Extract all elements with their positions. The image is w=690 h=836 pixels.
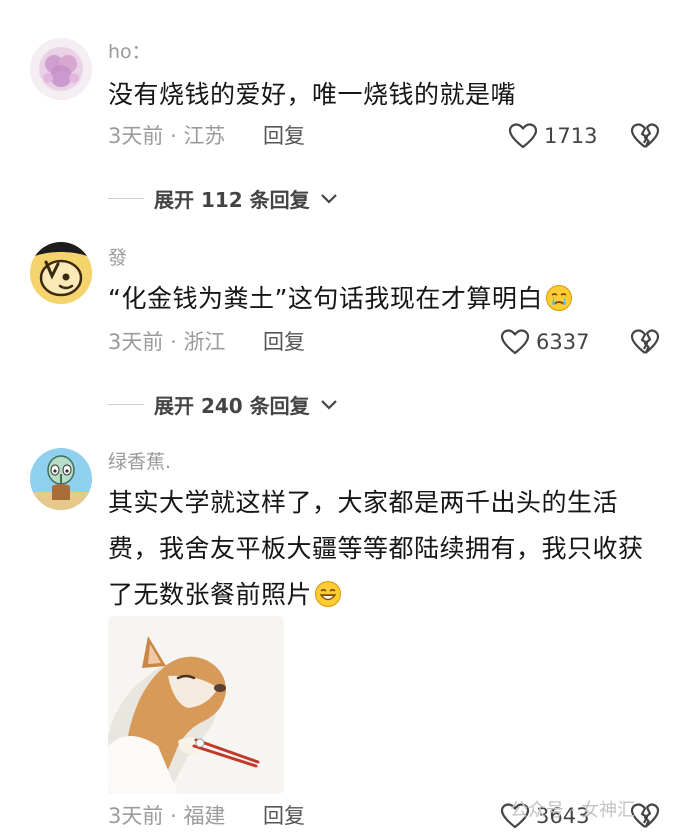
avatar[interactable] xyxy=(30,38,92,100)
crying-emoji-icon xyxy=(545,285,572,311)
heart-icon xyxy=(500,329,530,355)
comment-text-line: 了无数张餐前照片 xyxy=(108,580,313,609)
broken-heart-icon[interactable] xyxy=(630,122,660,150)
comment-text: 没有烧钱的爱好，唯一烧钱的就是嘴 xyxy=(108,80,517,109)
comment-text-line: 费，我舍友平板大疆等等都陆续拥有，我只收获 xyxy=(108,534,644,563)
like-button[interactable]: 1713 xyxy=(508,122,597,150)
comment-meta: 3天前 · 江苏 xyxy=(108,122,225,150)
like-count: 1713 xyxy=(544,124,598,148)
comment-meta: 3天前 · 浙江 xyxy=(108,328,225,356)
comment-text-body: “化金钱为粪土”这句话我现在才算明白 xyxy=(108,284,543,313)
reply-button[interactable]: 回复 xyxy=(263,122,305,150)
heart-icon xyxy=(508,123,538,149)
like-count: 6337 xyxy=(536,330,590,354)
meta-separator: · xyxy=(170,330,177,354)
reply-button[interactable]: 回复 xyxy=(263,802,305,830)
comment-location: 浙江 xyxy=(183,330,226,354)
divider-line xyxy=(108,404,144,405)
grinning-emoji-icon xyxy=(315,581,342,607)
broken-heart-icon[interactable] xyxy=(630,328,660,356)
reply-button[interactable]: 回复 xyxy=(263,328,305,356)
avatar[interactable] xyxy=(30,448,92,510)
meta-separator: · xyxy=(170,124,177,148)
expand-replies-label: 展开 240 条回复 xyxy=(154,394,310,418)
comment-location: 江苏 xyxy=(183,124,226,148)
comment-time: 3天前 xyxy=(108,804,164,828)
expand-replies-label: 展开 112 条回复 xyxy=(154,188,310,212)
expand-replies-button[interactable]: 展开 240 条回复 xyxy=(108,390,338,419)
like-button[interactable]: 6337 xyxy=(500,328,589,356)
comment-text-line: 其实大学就这样了，大家都是两千出头的生活 xyxy=(108,488,619,517)
comment-text: 其实大学就这样了，大家都是两千出头的生活 费，我舍友平板大疆等等都陆续拥有，我只… xyxy=(108,480,668,618)
avatar[interactable] xyxy=(30,242,92,304)
username[interactable]: ho： xyxy=(108,40,151,64)
username[interactable]: 發 xyxy=(108,246,127,270)
meta-separator: · xyxy=(170,804,177,828)
cat-chopsticks-sticker[interactable] xyxy=(108,616,284,794)
watermark: 公众号 · 女神汇 xyxy=(510,800,636,821)
username[interactable]: 绿香蕉. xyxy=(108,450,171,474)
expand-replies-button[interactable]: 展开 112 条回复 xyxy=(108,184,338,213)
comment-text-line-wrap: 了无数张餐前照片 xyxy=(108,572,668,618)
chevron-down-icon xyxy=(320,399,337,410)
comment-location: 福建 xyxy=(183,804,226,828)
comment-time: 3天前 xyxy=(108,124,164,148)
comment-time: 3天前 xyxy=(108,330,164,354)
chevron-down-icon xyxy=(320,193,337,204)
comment-text: “化金钱为粪土”这句话我现在才算明白 xyxy=(108,276,668,322)
comment-meta: 3天前 · 福建 xyxy=(108,802,225,830)
divider-line xyxy=(108,198,144,199)
